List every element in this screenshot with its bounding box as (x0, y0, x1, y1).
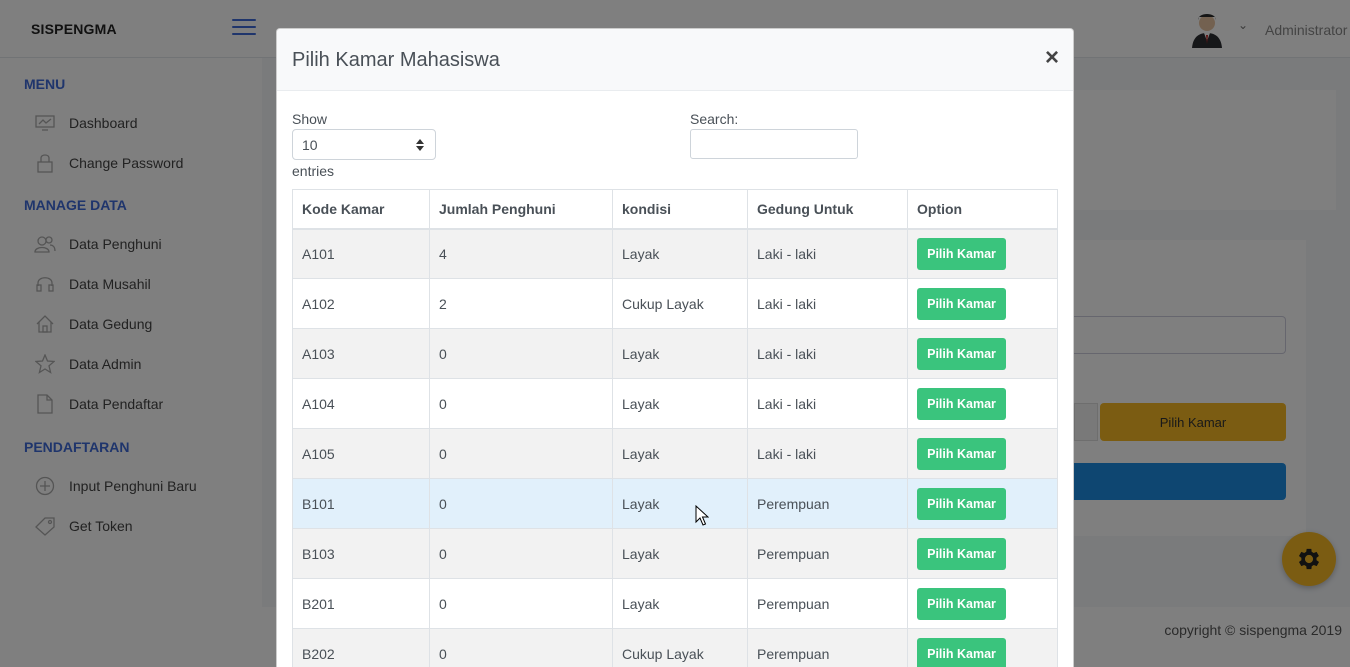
table-cell-option: Pilih Kamar (907, 428, 1058, 479)
table-row: A103 0 Layak Laki - laki Pilih Kamar (292, 328, 1058, 379)
table-cell: Laki - laki (747, 378, 908, 429)
table-cell-option: Pilih Kamar (907, 628, 1058, 667)
table-cell-option: Pilih Kamar (907, 528, 1058, 579)
table-row: A104 0 Layak Laki - laki Pilih Kamar (292, 378, 1058, 429)
pilih-kamar-button[interactable]: Pilih Kamar (917, 237, 1006, 270)
table-cell: A102 (292, 278, 430, 329)
table-cell: Layak (612, 378, 748, 429)
table-cell-option: Pilih Kamar (907, 378, 1058, 429)
select-arrows-icon (416, 139, 424, 151)
pilih-kamar-button[interactable]: Pilih Kamar (917, 587, 1006, 620)
search-label: Search: (690, 111, 739, 127)
table-cell: 0 (429, 378, 613, 429)
table-cell: Layak (612, 228, 748, 279)
table-row: A101 4 Layak Laki - laki Pilih Kamar (292, 228, 1058, 279)
table-cell: Laki - laki (747, 428, 908, 479)
table-row: B201 0 Layak Perempuan Pilih Kamar (292, 578, 1058, 629)
table-cell: A105 (292, 428, 430, 479)
table-cell: Perempuan (747, 478, 908, 529)
column-header[interactable]: Gedung Untuk (747, 189, 908, 230)
table-cell: B101 (292, 478, 430, 529)
table-cell: Layak (612, 428, 748, 479)
column-header[interactable]: Kode Kamar (292, 189, 430, 230)
modal-title: Pilih Kamar Mahasiswa (292, 49, 500, 71)
pilih-kamar-button[interactable]: Pilih Kamar (917, 437, 1006, 470)
table-cell: Perempuan (747, 528, 908, 579)
table-row: B103 0 Layak Perempuan Pilih Kamar (292, 528, 1058, 579)
pilih-kamar-modal: Pilih Kamar Mahasiswa × Show 10 entries … (276, 28, 1074, 667)
table-cell: 2 (429, 278, 613, 329)
table-cell: 4 (429, 228, 613, 279)
table-cell: 0 (429, 328, 613, 379)
column-header[interactable]: kondisi (612, 189, 748, 230)
table-row: A105 0 Layak Laki - laki Pilih Kamar (292, 428, 1058, 479)
table-row: B202 0 Cukup Layak Perempuan Pilih Kamar (292, 628, 1058, 667)
table-cell: 0 (429, 428, 613, 479)
kamar-table: Kode Kamar Jumlah Penghuni kondisi Gedun… (292, 189, 1058, 667)
pilih-kamar-button[interactable]: Pilih Kamar (917, 637, 1006, 667)
table-cell: Perempuan (747, 628, 908, 667)
table-cell-option: Pilih Kamar (907, 578, 1058, 629)
table-cell: Layak (612, 328, 748, 379)
table-cell: B202 (292, 628, 430, 667)
column-header[interactable]: Jumlah Penghuni (429, 189, 613, 230)
table-cell: A101 (292, 228, 430, 279)
pilih-kamar-button[interactable]: Pilih Kamar (917, 537, 1006, 570)
table-cell: Layak (612, 478, 748, 529)
table-header-row: Kode Kamar Jumlah Penghuni kondisi Gedun… (292, 189, 1058, 230)
table-cell: 0 (429, 628, 613, 667)
modal-header: Pilih Kamar Mahasiswa × (277, 29, 1073, 91)
table-cell: Layak (612, 578, 748, 629)
pilih-kamar-button[interactable]: Pilih Kamar (917, 487, 1006, 520)
length-entries-label: entries (292, 163, 335, 179)
pilih-kamar-button[interactable]: Pilih Kamar (917, 287, 1006, 320)
table-row: A102 2 Cukup Layak Laki - laki Pilih Kamar (292, 278, 1058, 329)
mouse-cursor-icon (695, 505, 709, 526)
table-cell: B103 (292, 528, 430, 579)
table-cell-option: Pilih Kamar (907, 478, 1058, 529)
table-cell: Laki - laki (747, 328, 908, 379)
search-input[interactable] (690, 129, 858, 159)
table-cell: B201 (292, 578, 430, 629)
table-cell-option: Pilih Kamar (907, 278, 1058, 329)
length-select-value: 10 (302, 137, 318, 153)
table-cell: Laki - laki (747, 228, 908, 279)
table-cell: 0 (429, 578, 613, 629)
table-cell: A104 (292, 378, 430, 429)
table-cell: A103 (292, 328, 430, 379)
table-cell-option: Pilih Kamar (907, 328, 1058, 379)
table-cell: Layak (612, 528, 748, 579)
table-cell: 0 (429, 478, 613, 529)
length-show-label: Show (292, 111, 328, 127)
column-header[interactable]: Option (907, 189, 1058, 230)
entries-length-select[interactable]: 10 (292, 129, 436, 160)
table-row: B101 0 Layak Perempuan Pilih Kamar (292, 478, 1058, 529)
pilih-kamar-button[interactable]: Pilih Kamar (917, 387, 1006, 420)
table-cell: Laki - laki (747, 278, 908, 329)
table-cell: 0 (429, 528, 613, 579)
table-cell: Cukup Layak (612, 278, 748, 329)
close-icon[interactable]: × (1045, 46, 1059, 70)
pilih-kamar-button[interactable]: Pilih Kamar (917, 337, 1006, 370)
table-cell-option: Pilih Kamar (907, 228, 1058, 279)
table-cell: Perempuan (747, 578, 908, 629)
table-cell: Cukup Layak (612, 628, 748, 667)
